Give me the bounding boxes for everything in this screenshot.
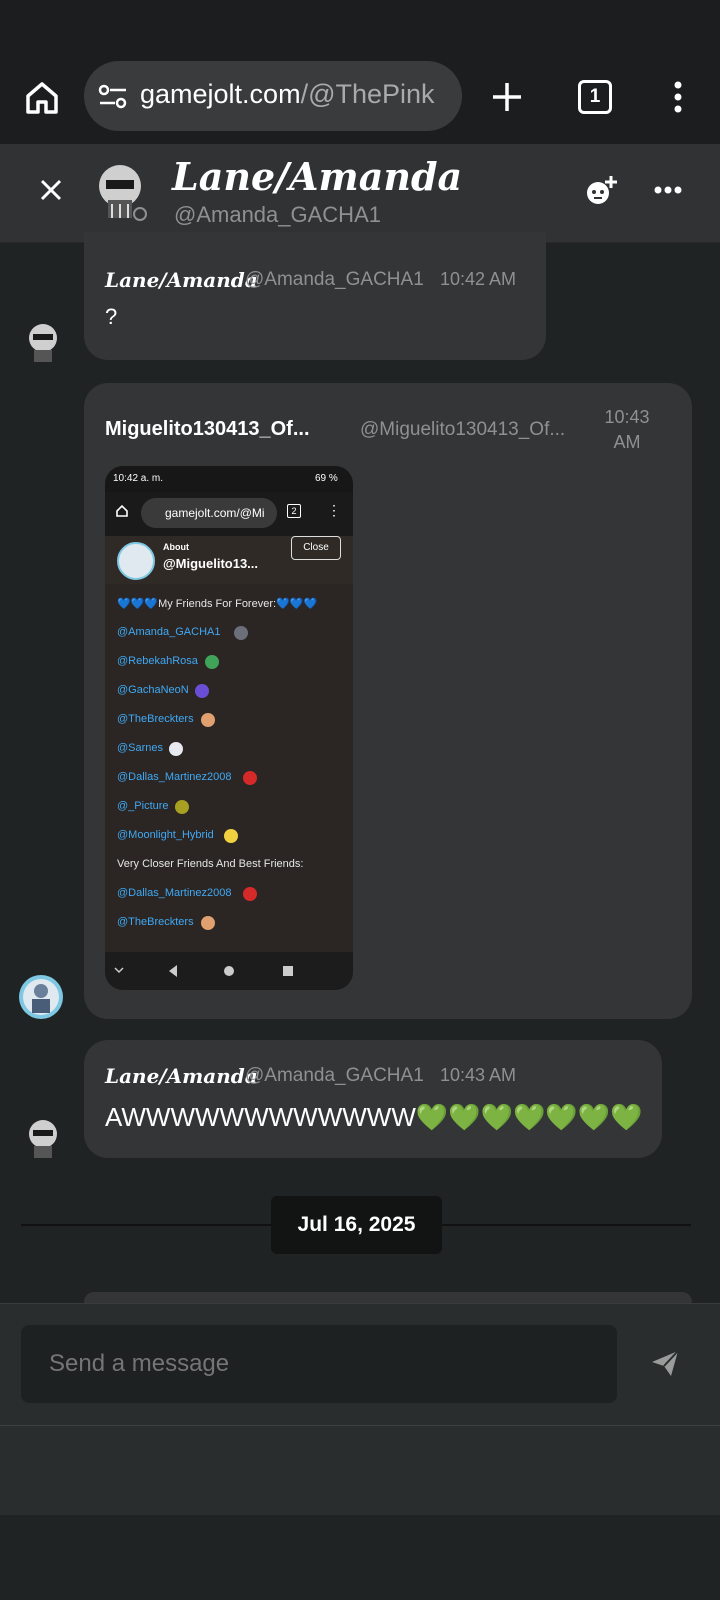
attachment-close-button: Close — [291, 536, 341, 560]
message-author[interactable]: Lane/Amanda — [105, 1064, 258, 1088]
attachment-friend-link: @RebekahRosa — [117, 655, 198, 667]
message-handle[interactable]: @Miguelito130413_Of... — [360, 419, 565, 441]
message-author[interactable]: Lane/Amanda — [105, 268, 258, 292]
bottom-panel — [0, 1425, 720, 1516]
more-horizontal-icon[interactable] — [654, 182, 682, 194]
friend-avatar — [243, 771, 257, 785]
attachment-browser-bar: gamejolt.com/@Mi 2 ⋮ — [105, 492, 353, 536]
message-handle[interactable]: @Amanda_GACHA1 — [245, 269, 424, 291]
attachment-about-label: About — [163, 542, 189, 552]
message-text: AWWWWWWWWWWWW💚💚💚💚💚💚💚 — [105, 1102, 643, 1132]
message-bubble: Lane/Amanda @Amanda_GACHA1 10:43 AM AWWW… — [84, 1040, 662, 1158]
browser-toolbar: gamejolt.com/@ThePink 1 — [0, 52, 720, 144]
chat-handle: @Amanda_GACHA1 — [174, 202, 381, 227]
home-icon[interactable] — [22, 78, 62, 118]
message-author[interactable]: Miguelito130413_Of... — [105, 418, 310, 441]
attachment-about-header: About @Miguelito13... Close — [105, 536, 353, 584]
friend-avatar — [201, 713, 215, 727]
date-divider: Jul 16, 2025 — [271, 1196, 442, 1254]
friend-avatar — [205, 655, 219, 669]
chat-title: Lane/Amanda — [172, 154, 463, 199]
attachment-friends-heading: 💙💙💙My Friends For Forever:💙💙💙 — [117, 598, 318, 610]
attachment-friend-link: @Amanda_GACHA1 — [117, 626, 221, 638]
attachment-url-pill: gamejolt.com/@Mi — [141, 498, 277, 528]
avatar — [117, 542, 155, 580]
close-icon[interactable] — [38, 177, 64, 203]
add-friend-icon[interactable] — [584, 174, 618, 208]
more-vertical-icon: ⋮ — [327, 502, 341, 518]
attachment-friend-link: @GachaNeoN — [117, 684, 189, 696]
friend-avatar — [169, 742, 183, 756]
chat-avatar[interactable] — [96, 162, 148, 222]
plus-icon[interactable] — [490, 80, 524, 114]
message-text: ? — [105, 304, 118, 329]
message-input[interactable] — [21, 1325, 617, 1403]
tab-switcher-button[interactable]: 1 — [578, 80, 612, 114]
attachment-profile-handle: @Miguelito13... — [163, 556, 259, 571]
attachment-best-heading: Very Closer Friends And Best Friends: — [117, 858, 304, 870]
tune-icon[interactable] — [98, 83, 128, 111]
friend-avatar — [234, 626, 248, 640]
friend-avatar — [195, 684, 209, 698]
url-text: gamejolt.com/@ThePink — [140, 79, 435, 109]
attachment-time: 10:42 a. m. — [113, 473, 164, 484]
friend-avatar — [224, 829, 238, 843]
chat-header: Lane/Amanda @Amanda_GACHA1 — [0, 144, 720, 243]
avatar[interactable] — [24, 1118, 62, 1160]
message-time: 10:42 AM — [440, 269, 517, 289]
attachment-friend-link: @_Picture — [117, 800, 169, 812]
attachment-friend-link: @Moonlight_Hybrid — [117, 829, 214, 841]
image-attachment[interactable]: 10:42 a. m. 69 % gamejolt.com/@Mi 2 ⋮ Ab… — [105, 466, 353, 990]
attachment-url: gamejolt.com/@Mi — [165, 506, 265, 520]
avatar[interactable] — [24, 322, 62, 364]
message-time: 10:43 AM — [604, 407, 650, 452]
attachment-friend-link: @TheBreckters — [117, 713, 194, 725]
attachment-nav-bar — [105, 952, 353, 990]
attachment-status-bar: 10:42 a. m. 69 % — [105, 466, 353, 492]
attachment-battery: 69 % — [315, 473, 338, 484]
address-bar[interactable]: gamejolt.com/@ThePink — [84, 61, 462, 131]
avatar[interactable] — [18, 974, 64, 1020]
friend-avatar — [175, 800, 189, 814]
message-handle[interactable]: @Amanda_GACHA1 — [245, 1065, 424, 1087]
friend-avatar — [243, 887, 257, 901]
home-icon — [115, 504, 129, 518]
system-status-bar — [0, 0, 720, 52]
system-navigation-area — [0, 1515, 720, 1600]
attachment-friend-link: @Sarnes — [117, 742, 164, 754]
more-vertical-icon[interactable] — [668, 80, 688, 116]
message-bubble: Lane/Amanda @Amanda_GACHA1 10:42 AM ? — [84, 232, 546, 360]
attachment-friend-link: @Dallas_Martinez2008 — [117, 771, 232, 783]
send-icon[interactable] — [650, 1348, 680, 1378]
friend-avatar — [201, 916, 215, 930]
attachment-friend-link: @Dallas_Martinez2008 — [117, 887, 232, 899]
attachment-friend-link: @TheBreckters — [117, 916, 194, 928]
message-time: 10:43 AM — [440, 1065, 517, 1085]
message-composer — [0, 1303, 720, 1426]
attachment-tab-count: 2 — [287, 504, 301, 518]
